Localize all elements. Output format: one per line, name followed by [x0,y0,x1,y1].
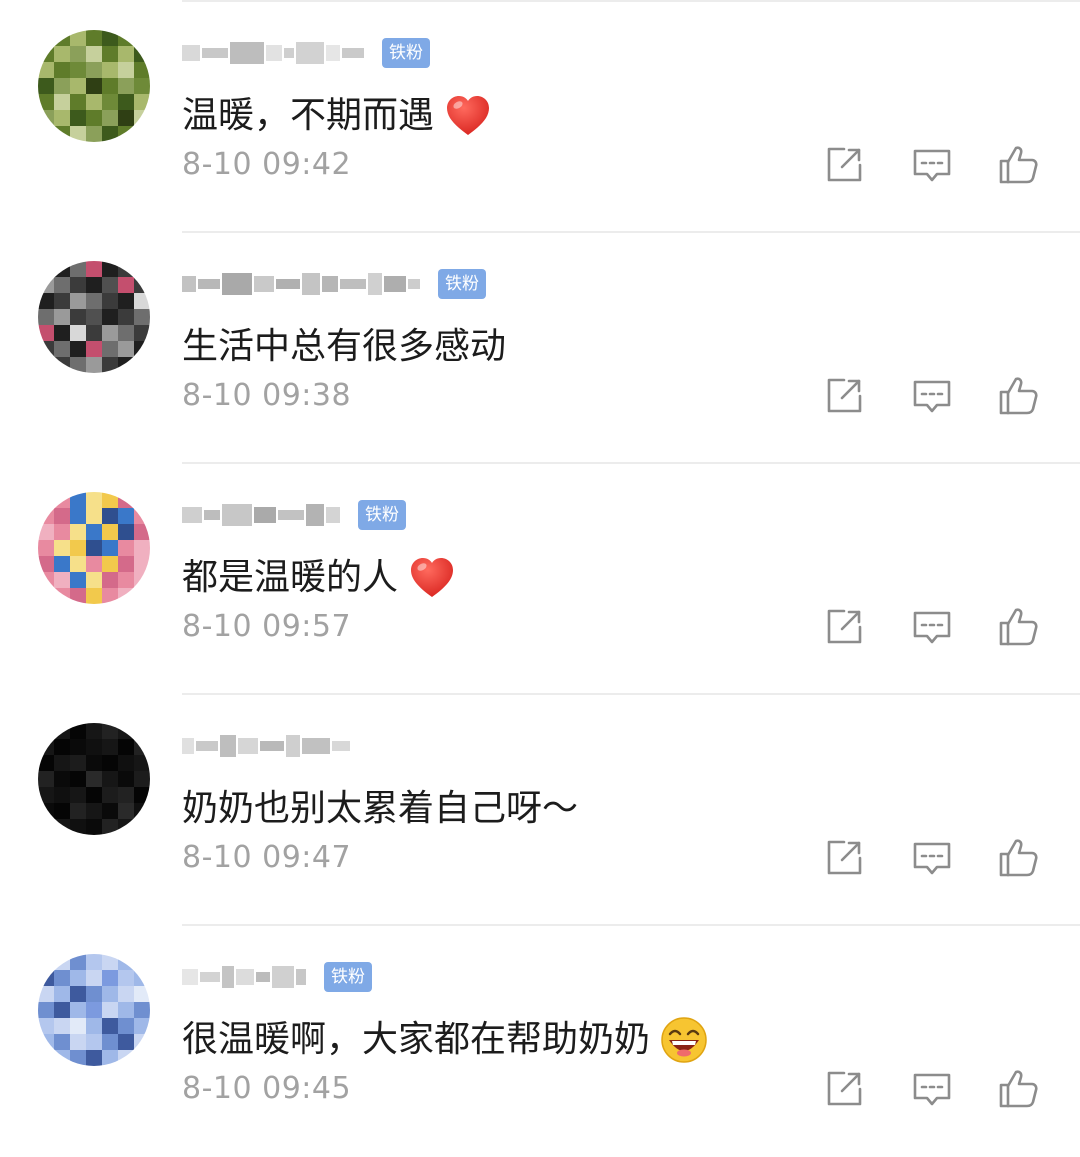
username-blurred[interactable] [182,38,364,68]
thumbs-up-icon[interactable] [997,1067,1041,1111]
comment-time: 8-10 09:38 [182,378,352,413]
comment-text: 很温暖啊，大家都在帮助奶奶 [182,1019,651,1060]
avatar[interactable] [38,954,150,1066]
username-blurred[interactable] [182,269,420,299]
fan-badge: 铁粉 [358,500,406,530]
thumbs-up-icon[interactable] [997,143,1041,187]
comment-time: 8-10 09:42 [182,147,352,182]
fan-badge: 铁粉 [438,269,486,299]
username-row: 铁粉 [182,36,430,70]
comment-text: 都是温暖的人 [182,557,399,598]
username-row: 铁粉 [182,960,372,994]
comment-icon[interactable] [910,605,954,649]
username-blurred[interactable] [182,500,340,530]
comment-icon[interactable] [910,1067,954,1111]
comment-icon[interactable] [910,836,954,880]
comment-item: 奶奶也别太累着自己呀～ 8-10 09:47 [0,695,1080,926]
comment-item: 铁粉很温暖啊，大家都在帮助奶奶 8-10 09:45 [0,926,1080,1157]
fan-badge: 铁粉 [382,38,430,68]
avatar[interactable] [38,723,150,835]
comment-text: 奶奶也别太累着自己呀～ [182,788,579,829]
comment-time: 8-10 09:47 [182,840,352,875]
comment-text-row: 生活中总有很多感动 [182,321,506,373]
comment-text: 生活中总有很多感动 [182,326,507,367]
share-icon[interactable] [822,605,866,649]
avatar[interactable] [38,30,150,142]
comment-item: 铁粉都是温暖的人 8-10 09:57 [0,464,1080,695]
share-icon[interactable] [822,836,866,880]
comment-time: 8-10 09:45 [182,1071,352,1106]
thumbs-up-icon[interactable] [997,605,1041,649]
red-heart-icon [408,554,456,602]
share-icon[interactable] [822,143,866,187]
comment-item: 铁粉温暖，不期而遇 8-10 09:42 [0,2,1080,233]
comment-actions [822,836,1052,880]
share-icon[interactable] [822,374,866,418]
comment-text: 温暖，不期而遇 [182,95,435,136]
comment-actions [822,374,1052,418]
fan-badge: 铁粉 [324,962,372,992]
comment-actions [822,1067,1052,1111]
comment-icon[interactable] [910,374,954,418]
username-blurred[interactable] [182,731,350,761]
thumbs-up-icon[interactable] [997,836,1041,880]
comment-icon[interactable] [910,143,954,187]
thumbs-up-icon[interactable] [997,374,1041,418]
avatar[interactable] [38,261,150,373]
comment-text-row: 温暖，不期而遇 [182,90,492,142]
share-icon[interactable] [822,1067,866,1111]
comment-actions [822,143,1052,187]
comment-text-row: 都是温暖的人 [182,552,456,604]
username-row: 铁粉 [182,267,486,301]
comment-text-row: 奶奶也别太累着自己呀～ [182,783,578,835]
comment-item: 铁粉生活中总有很多感动 8-10 09:38 [0,233,1080,464]
comment-time: 8-10 09:57 [182,609,352,644]
avatar[interactable] [38,492,150,604]
laughing-face-icon [660,1016,708,1064]
username-blurred[interactable] [182,962,306,992]
comment-actions [822,605,1052,649]
username-row: 铁粉 [182,498,406,532]
comment-text-row: 很温暖啊，大家都在帮助奶奶 [182,1014,708,1066]
username-row [182,729,350,763]
red-heart-icon [444,92,492,140]
